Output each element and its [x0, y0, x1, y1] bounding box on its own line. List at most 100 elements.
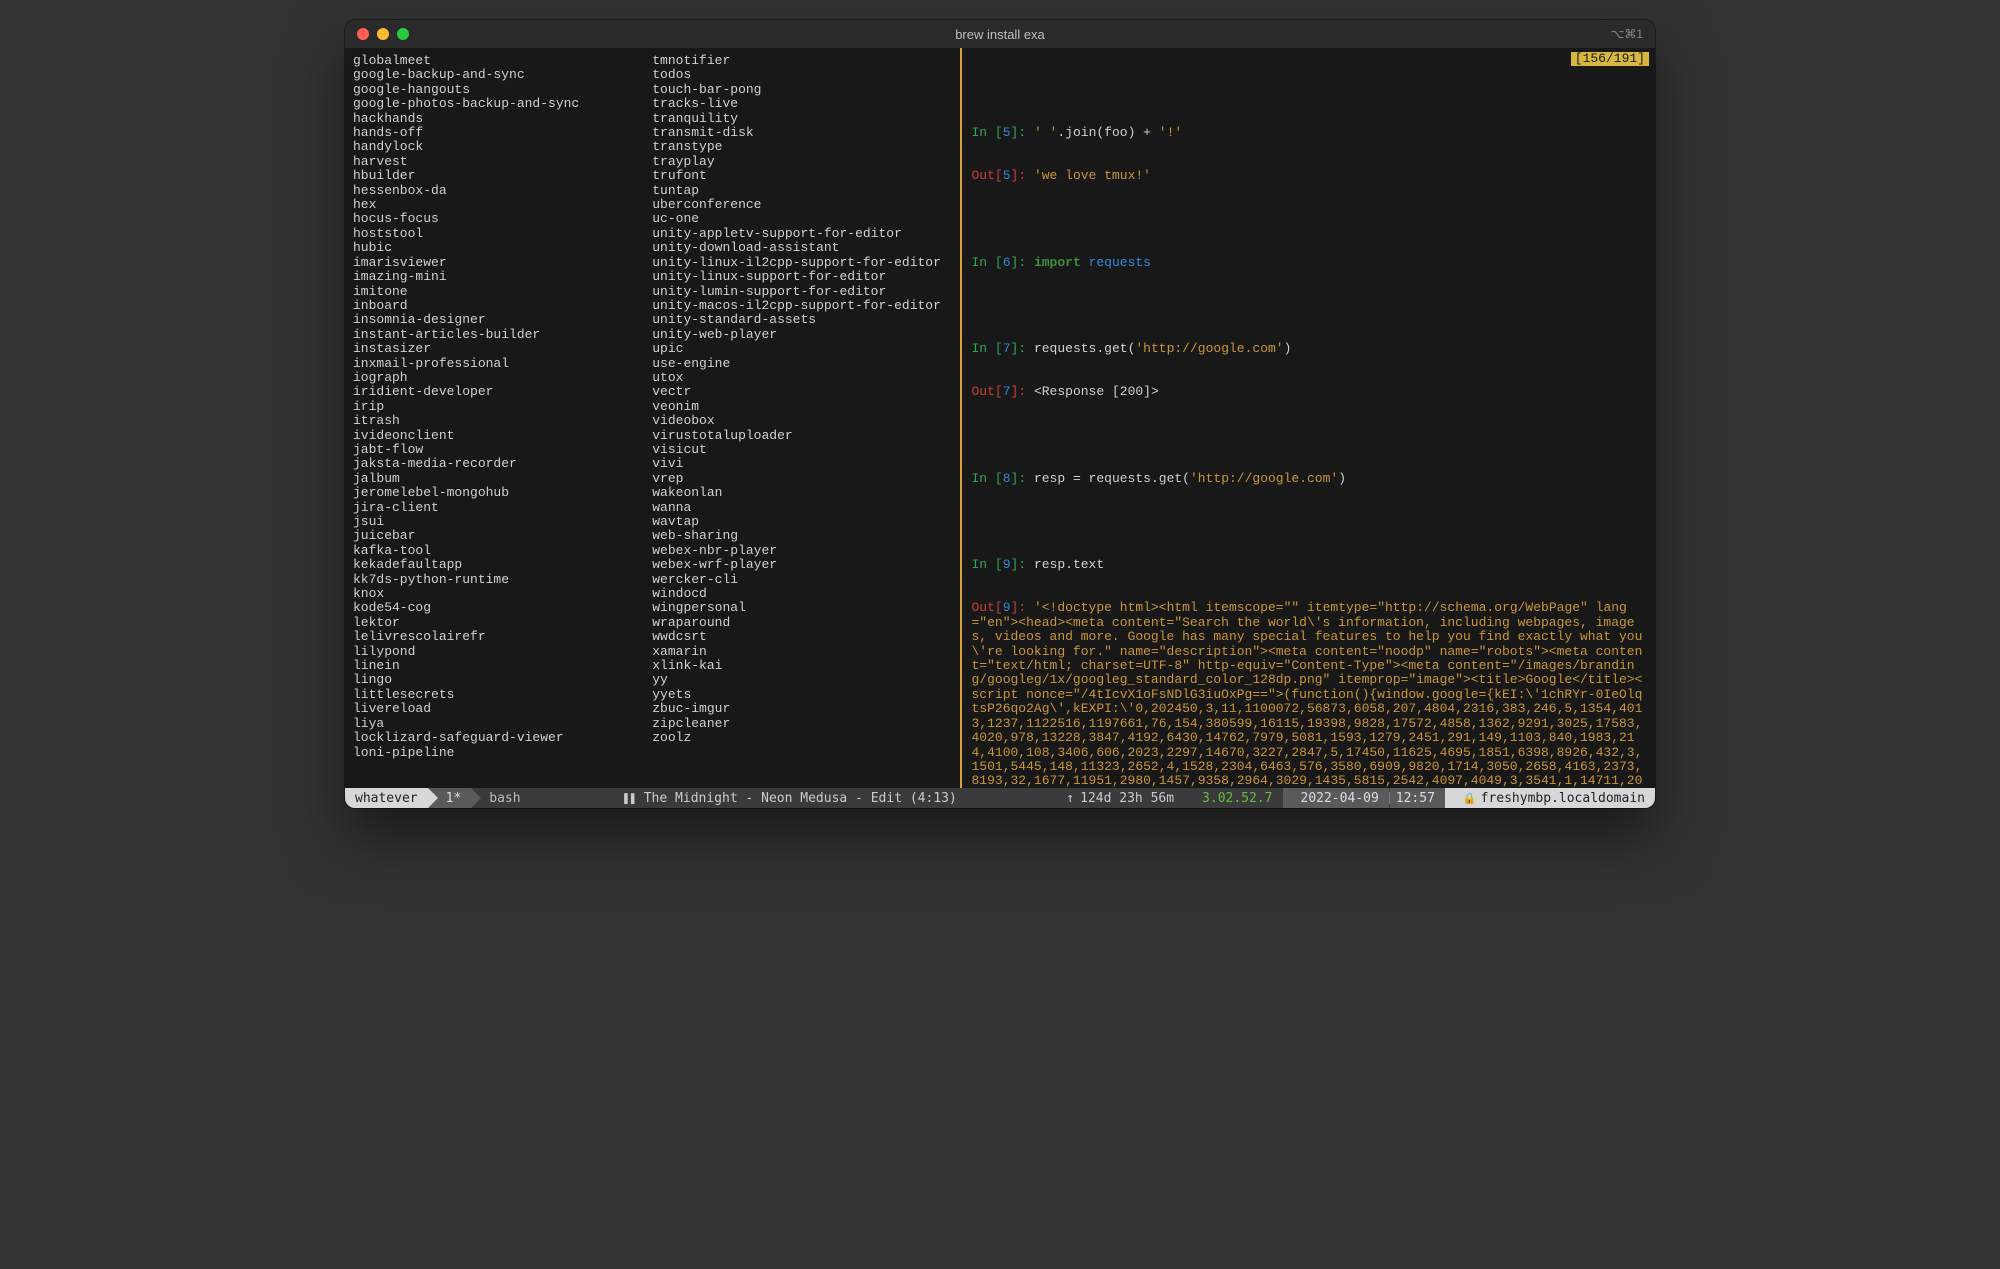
package-item: wwdcsrt — [652, 630, 951, 644]
package-item: wanna — [652, 501, 951, 515]
package-item: lektor — [353, 616, 652, 630]
package-item: webex-nbr-player — [652, 544, 951, 558]
package-item: locklizard-safeguard-viewer — [353, 731, 652, 745]
package-item: livereload — [353, 702, 652, 716]
package-item: unity-lumin-support-for-editor — [652, 285, 951, 299]
status-load: 3.0 2.5 2.7 — [1184, 788, 1282, 808]
pane-left[interactable]: globalmeetgoogle-backup-and-syncgoogle-h… — [345, 48, 960, 788]
package-item: harvest — [353, 155, 652, 169]
package-item: unity-download-assistant — [652, 241, 951, 255]
package-item: hessenbox-da — [353, 184, 652, 198]
package-item: todos — [652, 68, 951, 82]
status-right: ↑124d 23h 56m 3.0 2.5 2.7 2022-04-09 12:… — [1048, 788, 1655, 808]
scrollback-position-badge: [156/191] — [1571, 52, 1649, 66]
package-item: google-backup-and-sync — [353, 68, 652, 82]
status-time: 12:57 — [1390, 788, 1445, 808]
package-item: upic — [652, 342, 951, 356]
lock-icon: 🔒 — [1463, 792, 1477, 805]
package-item: trufont — [652, 169, 951, 183]
package-item: xlink-kai — [652, 659, 951, 673]
traffic-lights — [345, 28, 409, 40]
package-item: jaksta-media-recorder — [353, 457, 652, 471]
package-item: ivideonclient — [353, 429, 652, 443]
package-item: xamarin — [652, 645, 951, 659]
pause-icon: ❚❚ — [622, 791, 636, 806]
package-item: hex — [353, 198, 652, 212]
pane-right[interactable]: [156/191] In [5]: ' '.join(foo) + '!' Ou… — [962, 48, 1656, 788]
shortcut-hint: ⌥⌘1 — [1610, 27, 1643, 41]
package-item: knox — [353, 587, 652, 601]
package-item: tracks-live — [652, 97, 951, 111]
status-date: 2022-04-09 — [1283, 788, 1389, 808]
ipython-in-6: In [6]: import requests — [972, 256, 1650, 270]
package-item: jabt-flow — [353, 443, 652, 457]
package-item: zoolz — [652, 731, 951, 745]
package-item: hubic — [353, 241, 652, 255]
tmux-content: globalmeetgoogle-backup-and-syncgoogle-h… — [345, 48, 1655, 788]
package-item: juicebar — [353, 529, 652, 543]
package-item: videobox — [652, 414, 951, 428]
package-item: vectr — [652, 385, 951, 399]
package-item: jeromelebel-mongohub — [353, 486, 652, 500]
package-item: transmit-disk — [652, 126, 951, 140]
package-item: virustotaluploader — [652, 429, 951, 443]
package-item: lingo — [353, 673, 652, 687]
package-item: wercker-cli — [652, 573, 951, 587]
package-item: transtype — [652, 140, 951, 154]
package-item: vivi — [652, 457, 951, 471]
package-item: uberconference — [652, 198, 951, 212]
package-item: handylock — [353, 140, 652, 154]
package-item: unity-linux-il2cpp-support-for-editor — [652, 256, 951, 270]
status-center: ❚❚ The Midnight - Neon Medusa - Edit (4:… — [531, 788, 1049, 808]
package-item: jsui — [353, 515, 652, 529]
package-item: unity-standard-assets — [652, 313, 951, 327]
package-item: utox — [652, 371, 951, 385]
package-item: trayplay — [652, 155, 951, 169]
package-item: littlesecrets — [353, 688, 652, 702]
terminal-window: brew install exa ⌥⌘1 globalmeetgoogle-ba… — [345, 20, 1655, 808]
package-item: tmnotifier — [652, 54, 951, 68]
package-item: kekadefaultapp — [353, 558, 652, 572]
package-item: iridient-developer — [353, 385, 652, 399]
package-item: unity-web-player — [652, 328, 951, 342]
package-item: inxmail-professional — [353, 357, 652, 371]
package-item: instasizer — [353, 342, 652, 356]
package-item: unity-appletv-support-for-editor — [652, 227, 951, 241]
package-item: hbuilder — [353, 169, 652, 183]
package-item: hackhands — [353, 112, 652, 126]
zoom-icon[interactable] — [397, 28, 409, 40]
package-item: touch-bar-pong — [652, 83, 951, 97]
package-item: wakeonlan — [652, 486, 951, 500]
package-item: webex-wrf-player — [652, 558, 951, 572]
package-item: yyets — [652, 688, 951, 702]
package-item: windocd — [652, 587, 951, 601]
package-item: veonim — [652, 400, 951, 414]
package-item: iograph — [353, 371, 652, 385]
package-item: insomnia-designer — [353, 313, 652, 327]
package-item: hands-off — [353, 126, 652, 140]
package-item: imazing-mini — [353, 270, 652, 284]
ipython-in-8: In [8]: resp = requests.get('http://goog… — [972, 472, 1650, 486]
status-session[interactable]: whatever — [345, 788, 428, 808]
tmux-statusbar: whatever 1* bash ❚❚ The Midnight - Neon … — [345, 788, 1655, 808]
package-item: wavtap — [652, 515, 951, 529]
package-item: lilypond — [353, 645, 652, 659]
package-item: kafka-tool — [353, 544, 652, 558]
minimize-icon[interactable] — [377, 28, 389, 40]
ipython-out-5: Out[5]: 'we love tmux!' — [972, 169, 1650, 183]
package-item: jalbum — [353, 472, 652, 486]
ipython-in-9: In [9]: resp.text — [972, 558, 1650, 572]
package-item: imitone — [353, 285, 652, 299]
package-item: irip — [353, 400, 652, 414]
package-item: wraparound — [652, 616, 951, 630]
package-item: web-sharing — [652, 529, 951, 543]
ipython-out-9: Out[9]: '<!doctype html><html itemscope=… — [972, 601, 1650, 788]
package-item: uc-one — [652, 212, 951, 226]
close-icon[interactable] — [357, 28, 369, 40]
now-playing: The Midnight - Neon Medusa - Edit (4:13) — [644, 791, 957, 806]
titlebar: brew install exa ⌥⌘1 — [345, 20, 1655, 48]
package-item: yy — [652, 673, 951, 687]
ipython-out-7: Out[7]: <Response [200]> — [972, 385, 1650, 399]
package-item: imarisviewer — [353, 256, 652, 270]
package-item: unity-linux-support-for-editor — [652, 270, 951, 284]
